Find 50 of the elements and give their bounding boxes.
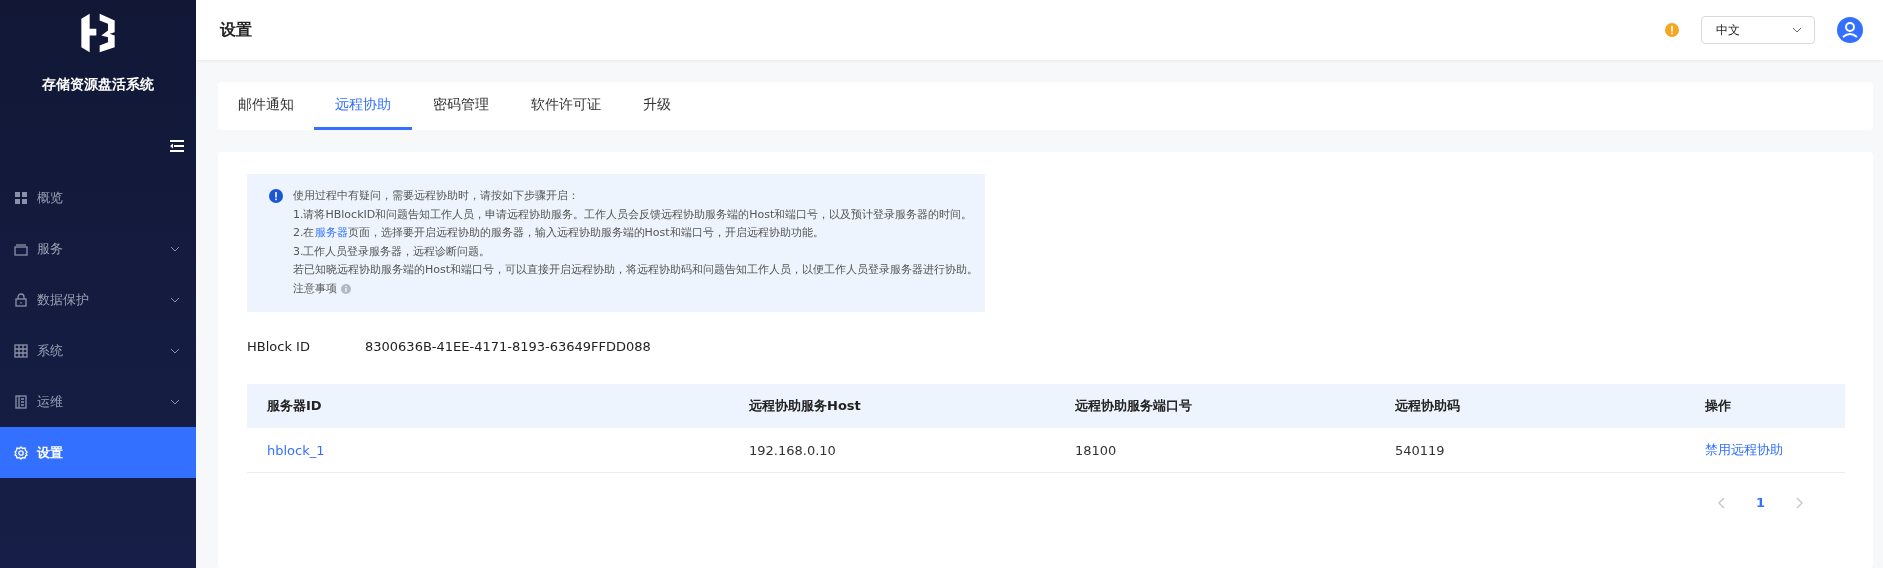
sidebar-item[interactable]: 数据保护 — [0, 274, 196, 325]
notice-text: 1.请将HBlockID和问题告知工作人员，申请远程协助服务。工作人员会反馈远程协助服务端的Host和端口号，以及预计登录服务器的时间。 — [293, 206, 974, 223]
notice-text: 使用过程中有疑问，需要远程协助时，请按如下步骤开启： — [293, 188, 580, 204]
info-icon — [269, 189, 283, 203]
chevron-down-icon — [1792, 27, 1802, 33]
servers-link[interactable]: 服务器 — [314, 226, 348, 239]
tab[interactable]: 远程协助 — [314, 82, 412, 130]
gear-icon — [14, 445, 28, 460]
tab[interactable]: 软件许可证 — [510, 82, 622, 130]
card-icon — [14, 241, 28, 256]
sidebar-item[interactable]: 系统 — [0, 325, 196, 376]
tab[interactable]: 升级 — [622, 82, 692, 130]
column-header: 操作 — [1705, 397, 1732, 415]
server-id-link[interactable]: hblock_1 — [267, 442, 325, 458]
hblock-id-label: HBlock ID — [247, 338, 311, 354]
notice-text: 若已知晓远程协助服务端的Host和端口号，可以直接开启远程协助，将远程协助码和问题告知工作人员，以便工作人员登录服务器进行协助。 — [293, 262, 979, 278]
page-number[interactable]: 1 — [1755, 495, 1765, 510]
warning-icon[interactable] — [1665, 23, 1679, 37]
table-cell-text: 18100 — [1075, 442, 1118, 458]
table-icon — [14, 343, 28, 358]
notice-footnote: 注意事项 — [293, 280, 337, 297]
hblock-id-value: 8300636B-41EE-4171-8193-63649FFDD088 — [365, 338, 651, 354]
app-name: 存储资源盘活系统 — [42, 76, 154, 94]
language-select[interactable]: 中文 — [1701, 16, 1815, 44]
table-cell-text: 540119 — [1395, 442, 1446, 458]
column-header: 远程协助服务Host — [749, 397, 862, 415]
user-avatar-icon[interactable] — [1837, 17, 1863, 43]
menu-collapse-icon[interactable] — [170, 140, 184, 152]
tab[interactable]: 邮件通知 — [238, 82, 314, 130]
lock-icon — [14, 292, 28, 307]
grid-icon — [14, 190, 28, 205]
chevron-down-icon — [170, 296, 180, 303]
chevron-down-icon — [170, 245, 180, 252]
column-header: 服务器ID — [267, 397, 323, 415]
sidebar-item[interactable]: 设置 — [0, 427, 196, 478]
notice-text: 2.在服务器页面，选择要开启远程协助的服务器，输入远程协助服务端的Host和端口号，开启远程协助功能。 — [293, 225, 825, 241]
sidebar-item[interactable]: 服务 — [0, 223, 196, 274]
disable-remote-assist-link[interactable]: 禁用远程协助 — [1705, 442, 1783, 457]
list-icon — [14, 394, 28, 409]
sidebar-item[interactable]: 运维 — [0, 376, 196, 427]
chevron-down-icon — [170, 347, 180, 354]
tab[interactable]: 密码管理 — [412, 82, 510, 130]
page-title: 设置 — [220, 19, 252, 41]
sidebar-item[interactable]: 概览 — [0, 172, 196, 223]
table-cell-text: 192.168.0.10 — [749, 442, 837, 458]
info-icon[interactable] — [341, 283, 351, 294]
chevron-down-icon — [170, 398, 180, 405]
notice-text: 3.工作人员登录服务器，远程诊断问题。 — [293, 243, 492, 260]
column-header: 远程协助服务端口号 — [1075, 397, 1193, 415]
column-header: 远程协助码 — [1395, 397, 1461, 415]
